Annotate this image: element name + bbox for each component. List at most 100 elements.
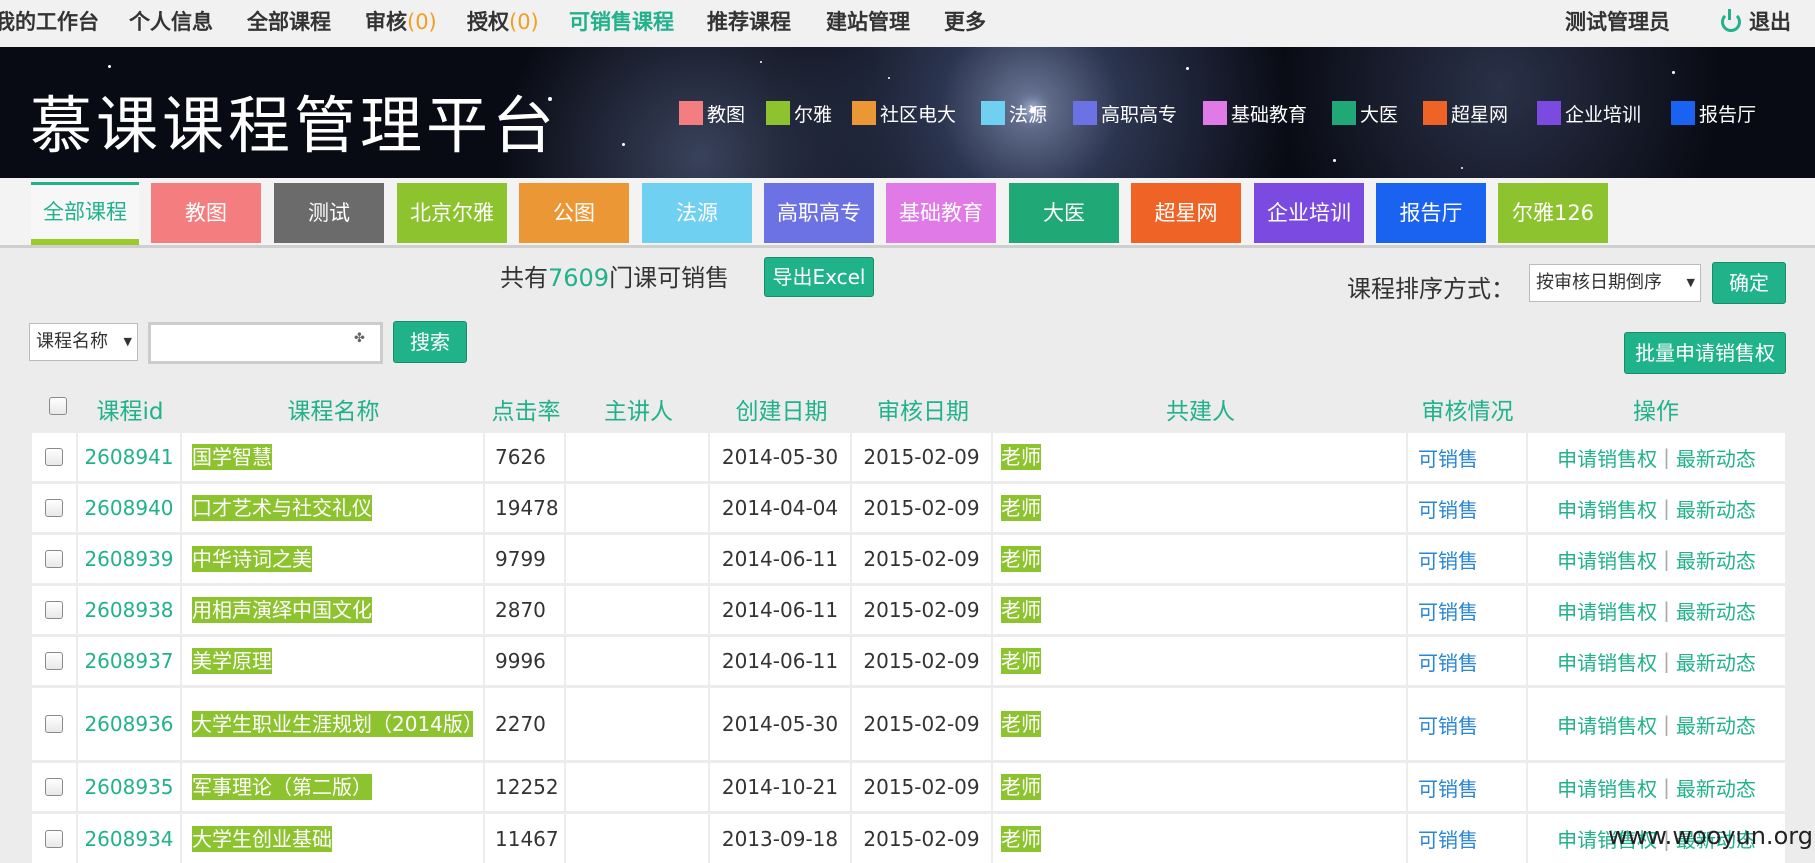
audited-date: 2015-02-09 bbox=[852, 637, 993, 685]
search-input[interactable]: ✤ bbox=[148, 322, 383, 364]
apply-sales-link[interactable]: 申请销售权 bbox=[1557, 596, 1657, 625]
tab-dayi[interactable]: 大医 bbox=[1009, 183, 1119, 243]
tab-enterprise[interactable]: 企业培训 bbox=[1254, 183, 1364, 243]
course-id-link[interactable]: 2608935 bbox=[78, 763, 182, 811]
click-count: 7626 bbox=[485, 433, 566, 481]
click-count: 12252 bbox=[485, 763, 566, 811]
apply-sales-link[interactable]: 申请销售权 bbox=[1557, 494, 1657, 523]
user-name[interactable]: 测试管理员 bbox=[1565, 0, 1670, 47]
row-checkbox[interactable] bbox=[45, 448, 63, 466]
col-header-audited[interactable]: 审核日期 bbox=[853, 392, 993, 426]
course-name-link[interactable]: 中华诗词之美 bbox=[192, 546, 312, 572]
status-badge: 可销售 bbox=[1408, 688, 1528, 760]
latest-news-link[interactable]: 最新动态 bbox=[1676, 494, 1756, 523]
course-name-link[interactable]: 大学生创业基础 bbox=[192, 825, 332, 852]
course-name-link[interactable]: 美学原理 bbox=[192, 648, 272, 674]
tab-report-hall[interactable]: 报告厅 bbox=[1376, 183, 1486, 243]
legend-swatch bbox=[679, 101, 703, 125]
cobuilder-tag: 老师 bbox=[1001, 597, 1041, 623]
row-checkbox[interactable] bbox=[45, 550, 63, 568]
tab-erya126[interactable]: 尔雅126 bbox=[1498, 183, 1608, 243]
row-checkbox[interactable] bbox=[45, 829, 63, 848]
tab-jiaotu[interactable]: 教图 bbox=[151, 183, 261, 243]
tab-test[interactable]: 测试 bbox=[274, 183, 384, 243]
row-checkbox[interactable] bbox=[45, 778, 63, 796]
status-badge: 可销售 bbox=[1408, 433, 1528, 481]
nav-recommended[interactable]: 推荐课程 bbox=[707, 0, 791, 47]
course-name-link[interactable]: 大学生职业生涯规划（2014版） bbox=[192, 711, 483, 737]
logout-button[interactable]: 退出 bbox=[1721, 0, 1791, 47]
search-button[interactable]: 搜索 bbox=[393, 321, 467, 363]
nav-sellable-courses[interactable]: 可销售课程 bbox=[569, 0, 674, 47]
apply-sales-link[interactable]: 申请销售权 bbox=[1557, 710, 1657, 739]
tab-basic-education[interactable]: 基础教育 bbox=[886, 183, 996, 243]
apply-sales-link[interactable]: 申请销售权 bbox=[1557, 647, 1657, 676]
tab-chaoxing[interactable]: 超星网 bbox=[1131, 183, 1241, 243]
nav-site-admin[interactable]: 建站管理 bbox=[826, 0, 910, 47]
latest-news-link[interactable]: 最新动态 bbox=[1676, 710, 1756, 739]
apply-sales-link[interactable]: 申请销售权 bbox=[1557, 545, 1657, 574]
legend-swatch bbox=[1537, 101, 1561, 125]
audited-date: 2015-02-09 bbox=[852, 814, 993, 863]
nav-review[interactable]: 审核(0) bbox=[365, 0, 437, 47]
apply-sales-link[interactable]: 申请销售权 bbox=[1557, 443, 1657, 472]
select-all-checkbox[interactable] bbox=[49, 397, 67, 415]
nav-workbench[interactable]: 我的工作台 bbox=[0, 0, 99, 47]
lecturer-cell bbox=[566, 814, 710, 863]
tab-all-courses[interactable]: 全部课程 bbox=[31, 182, 139, 246]
course-id-link[interactable]: 2608940 bbox=[78, 484, 182, 532]
latest-news-link[interactable]: 最新动态 bbox=[1676, 596, 1756, 625]
nav-authorize[interactable]: 授权(0) bbox=[467, 0, 539, 47]
created-date: 2014-04-04 bbox=[710, 484, 852, 532]
tab-gongtu[interactable]: 公图 bbox=[519, 183, 629, 243]
cobuilder-tag: 老师 bbox=[1001, 546, 1041, 572]
table-row: 2608938 用相声演绎中国文化 2870 2014-06-11 2015-0… bbox=[32, 586, 1785, 634]
nav-all-courses[interactable]: 全部课程 bbox=[247, 0, 331, 47]
latest-news-link[interactable]: 最新动态 bbox=[1676, 647, 1756, 676]
course-id-link[interactable]: 2608937 bbox=[78, 637, 182, 685]
course-id-link[interactable]: 2608934 bbox=[78, 814, 182, 863]
cobuilder-tag: 老师 bbox=[1001, 774, 1041, 800]
tab-fayuan[interactable]: 法源 bbox=[642, 183, 752, 243]
col-header-name[interactable]: 课程名称 bbox=[183, 392, 484, 426]
course-id-link[interactable]: 2608941 bbox=[78, 433, 182, 481]
legend-item: 教图 bbox=[679, 99, 745, 127]
tab-beijing-erya[interactable]: 北京尔雅 bbox=[397, 183, 507, 243]
course-name-link[interactable]: 口才艺术与社交礼仪 bbox=[192, 495, 372, 521]
course-name-link[interactable]: 用相声演绎中国文化 bbox=[192, 597, 372, 623]
legend-item: 报告厅 bbox=[1671, 99, 1756, 127]
latest-news-link[interactable]: 最新动态 bbox=[1676, 773, 1756, 802]
legend-item: 法源 bbox=[981, 99, 1047, 127]
course-id-link[interactable]: 2608938 bbox=[78, 586, 182, 634]
course-name-link[interactable]: 军事理论（第二版） bbox=[192, 774, 372, 800]
latest-news-link[interactable]: 最新动态 bbox=[1676, 545, 1756, 574]
nav-profile[interactable]: 个人信息 bbox=[129, 0, 213, 47]
course-id-link[interactable]: 2608936 bbox=[78, 688, 182, 760]
legend-swatch bbox=[1203, 101, 1227, 125]
row-checkbox[interactable] bbox=[45, 499, 63, 517]
row-checkbox[interactable] bbox=[45, 601, 63, 619]
sort-select[interactable]: 按审核日期倒序 ▼ bbox=[1529, 264, 1701, 302]
col-header-id[interactable]: 课程id bbox=[78, 392, 182, 426]
batch-apply-button[interactable]: 批量申请销售权 bbox=[1624, 332, 1786, 374]
col-header-clicks[interactable]: 点击率 bbox=[486, 392, 566, 426]
row-checkbox[interactable] bbox=[45, 715, 63, 733]
tab-vocational[interactable]: 高职高专 bbox=[764, 183, 874, 243]
row-checkbox[interactable] bbox=[45, 652, 63, 670]
virtual-keyboard-icon[interactable]: ✤ bbox=[354, 331, 376, 353]
apply-sales-link[interactable]: 申请销售权 bbox=[1557, 773, 1657, 802]
col-header-lecturer: 主讲人 bbox=[604, 399, 673, 425]
click-count: 2870 bbox=[485, 586, 566, 634]
latest-news-link[interactable]: 最新动态 bbox=[1676, 443, 1756, 472]
export-excel-button[interactable]: 导出Excel bbox=[764, 257, 874, 297]
search-field-select[interactable]: 课程名称 ▼ bbox=[29, 323, 138, 361]
nav-more[interactable]: 更多 bbox=[944, 0, 986, 47]
legend-swatch bbox=[981, 101, 1005, 125]
click-count: 2270 bbox=[485, 688, 566, 760]
click-count: 9996 bbox=[485, 637, 566, 685]
course-id-link[interactable]: 2608939 bbox=[78, 535, 182, 583]
col-header-created[interactable]: 创建日期 bbox=[711, 392, 852, 426]
course-name-link[interactable]: 国学智慧 bbox=[192, 444, 272, 470]
sort-confirm-button[interactable]: 确定 bbox=[1712, 262, 1786, 304]
created-date: 2014-05-30 bbox=[710, 688, 852, 760]
